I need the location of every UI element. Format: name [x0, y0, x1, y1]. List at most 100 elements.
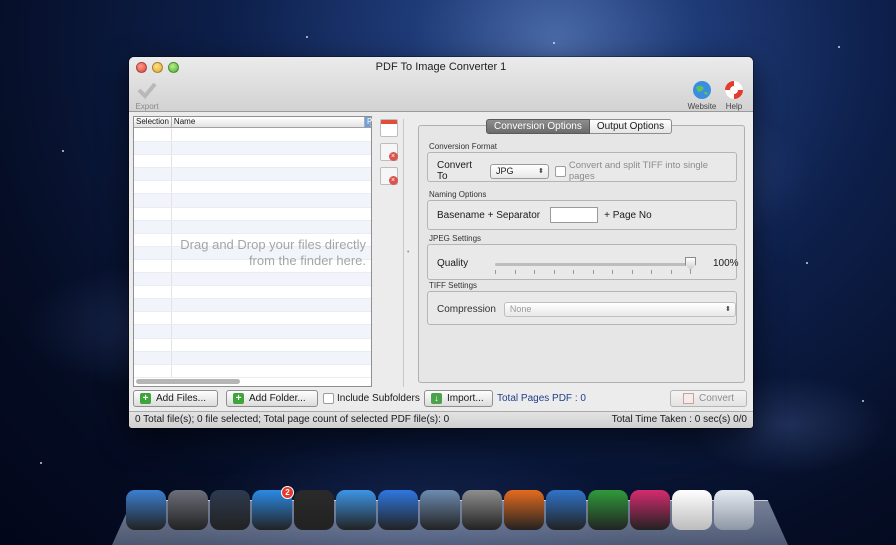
- convert-to-label: Convert To: [437, 160, 473, 182]
- basename-row: Basename + Separator + Page No: [437, 207, 652, 223]
- help-label: Help: [725, 102, 743, 111]
- plus-icon: +: [140, 393, 151, 404]
- list-item[interactable]: [134, 286, 371, 300]
- import-label: Import...: [447, 393, 484, 404]
- basename-label: Basename + Separator: [437, 209, 541, 221]
- dock-itunes-icon[interactable]: [378, 490, 418, 530]
- list-item[interactable]: [134, 129, 371, 143]
- format-select[interactable]: JPG ⬍: [490, 163, 549, 179]
- list-item[interactable]: [134, 207, 371, 221]
- globe-icon: [691, 79, 713, 101]
- star: [806, 262, 808, 264]
- column-header-selection[interactable]: Selection: [134, 117, 172, 127]
- dock-trash-icon[interactable]: [714, 490, 754, 530]
- star: [862, 400, 864, 402]
- dock-dashboard-icon[interactable]: [294, 490, 334, 530]
- column-header-pages[interactable]: P: [365, 117, 372, 127]
- compression-select[interactable]: None ⬍: [503, 302, 736, 317]
- dock-word-icon[interactable]: [546, 490, 586, 530]
- add-folder-label: Add Folder...: [249, 393, 306, 404]
- tab-output-options[interactable]: Output Options: [589, 119, 673, 134]
- list-item[interactable]: [134, 220, 371, 234]
- updown-icon: ⬍: [537, 167, 544, 175]
- dock-firefox-icon[interactable]: [504, 490, 544, 530]
- dock-launchpad-icon[interactable]: [168, 490, 208, 530]
- dock-app-store-icon[interactable]: 2: [252, 486, 294, 530]
- dock-mission-control-icon[interactable]: [210, 490, 250, 530]
- star: [553, 42, 555, 44]
- status-left-text: 0 Total file(s); 0 file selected; Total …: [135, 414, 450, 425]
- status-right-text: Total Time Taken : 0 sec(s) 0/0: [611, 414, 747, 425]
- dock-excel-icon[interactable]: [588, 490, 628, 530]
- list-item[interactable]: [134, 168, 371, 182]
- updown-icon: ⬍: [725, 306, 731, 313]
- export-button[interactable]: Export: [134, 79, 160, 111]
- export-label: Export: [135, 102, 159, 111]
- dock-finder-icon[interactable]: [126, 490, 166, 530]
- dock: 2: [126, 486, 754, 530]
- dock-iphoto-icon[interactable]: [420, 490, 460, 530]
- include-subfolders-checkbox[interactable]: [323, 393, 334, 404]
- convert-to-row: Convert To JPG ⬍ Convert and split TIFF …: [437, 160, 736, 182]
- list-item[interactable]: [134, 325, 371, 339]
- split-handle-icon[interactable]: •: [407, 249, 409, 256]
- app-window: PDF To Image Converter 1 Export Website …: [129, 57, 753, 428]
- window-title: PDF To Image Converter 1: [375, 61, 507, 73]
- convert-icon: [682, 393, 694, 404]
- page-no-label: + Page No: [604, 209, 652, 221]
- dock-app-heart-icon[interactable]: [630, 490, 670, 530]
- quality-value: 100%: [713, 258, 739, 269]
- convert-label: Convert: [698, 393, 734, 404]
- quality-label: Quality: [437, 258, 469, 269]
- import-button[interactable]: ↓ Import...: [424, 390, 493, 407]
- bottom-toolbar: + Add Files... + Add Folder... Include S…: [129, 390, 753, 410]
- calendar-icon[interactable]: [379, 119, 398, 137]
- list-tools: × ×: [374, 119, 404, 387]
- list-item[interactable]: [134, 338, 371, 352]
- basename-input[interactable]: [550, 207, 599, 223]
- list-item[interactable]: [134, 142, 371, 156]
- compression-value: None: [509, 304, 532, 314]
- file-list[interactable]: Selection Name P Drag and Drop your file…: [133, 116, 372, 387]
- add-files-button[interactable]: + Add Files...: [133, 390, 218, 407]
- jpeg-settings-label: JPEG Settings: [429, 234, 482, 243]
- conversion-format-group: Convert To JPG ⬍ Convert and split TIFF …: [427, 152, 737, 182]
- column-header-name[interactable]: Name: [172, 117, 365, 127]
- quality-slider-ticks: [495, 270, 691, 274]
- dock-safari-icon[interactable]: [336, 490, 376, 530]
- convert-button[interactable]: Convert: [670, 390, 747, 407]
- list-item[interactable]: [134, 312, 371, 326]
- dock-pdf-converter-icon[interactable]: [672, 490, 712, 530]
- list-item[interactable]: [134, 194, 371, 208]
- tab-conversion-options[interactable]: Conversion Options: [486, 119, 590, 134]
- split-tiff-checkbox[interactable]: [554, 165, 566, 177]
- remove-all-icon[interactable]: ×: [379, 167, 398, 185]
- list-item[interactable]: [134, 273, 371, 287]
- status-bar: 0 Total file(s); 0 file selected; Total …: [129, 411, 753, 428]
- horizontal-scrollbar[interactable]: [136, 379, 240, 384]
- conversion-format-label: Conversion Format: [429, 142, 498, 151]
- help-button[interactable]: Help: [723, 79, 745, 111]
- dock-badge: 2: [281, 486, 294, 499]
- title-bar: PDF To Image Converter 1 Export Website …: [129, 57, 753, 112]
- include-subfolders-option[interactable]: Include Subfolders: [323, 393, 420, 404]
- website-button[interactable]: Website: [684, 79, 720, 111]
- star: [306, 36, 308, 38]
- quality-slider-thumb[interactable]: [685, 257, 696, 270]
- remove-file-icon[interactable]: ×: [379, 143, 398, 161]
- download-icon: ↓: [431, 393, 442, 404]
- naming-options-label: Naming Options: [429, 190, 487, 199]
- list-item[interactable]: [134, 364, 371, 378]
- dock-system-preferences-icon[interactable]: [462, 490, 502, 530]
- star: [838, 46, 840, 48]
- add-folder-button[interactable]: + Add Folder...: [226, 390, 318, 407]
- list-item[interactable]: [134, 299, 371, 313]
- star: [40, 462, 42, 464]
- list-item[interactable]: [134, 351, 371, 365]
- list-item[interactable]: [134, 181, 371, 195]
- export-icon: [136, 79, 158, 101]
- quality-slider[interactable]: [495, 257, 696, 270]
- quality-row: Quality: [437, 258, 468, 269]
- list-item[interactable]: [134, 155, 371, 169]
- lifebuoy-icon: [723, 79, 745, 101]
